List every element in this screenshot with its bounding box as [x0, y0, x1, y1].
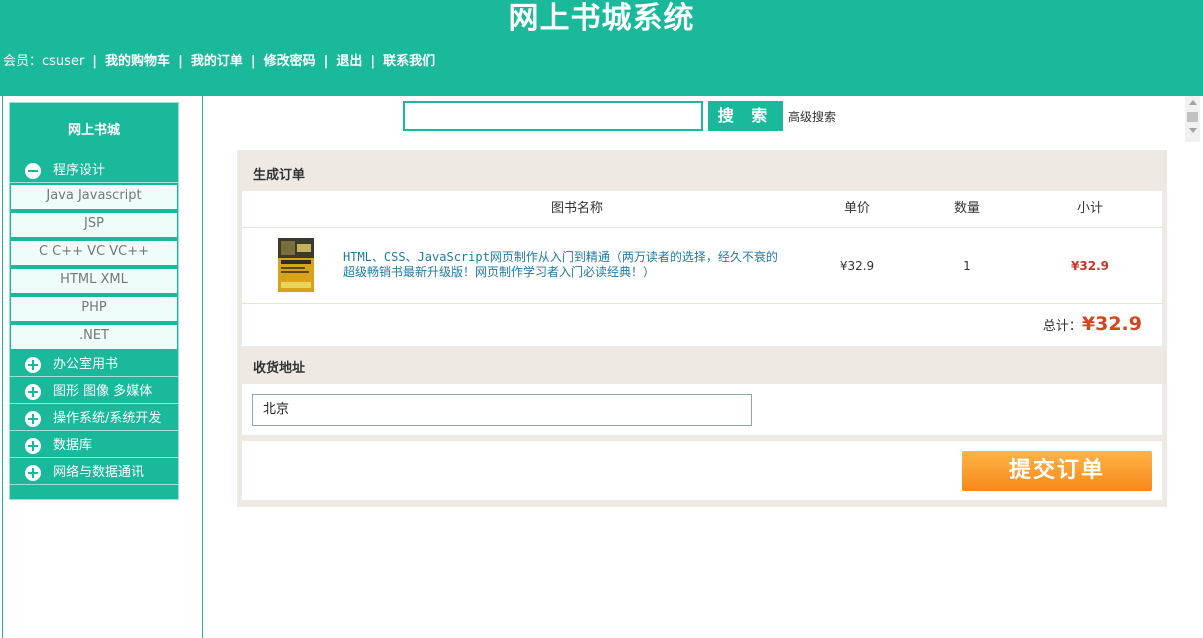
minus-circle-icon [25, 163, 41, 179]
category-label: 程序设计 [53, 163, 106, 178]
table-divider [242, 227, 1162, 228]
nav-separator: | [250, 54, 256, 69]
plus-circle-icon [25, 465, 41, 481]
nav-link-orders[interactable]: 我的订单 [191, 53, 243, 71]
sidebar-pane: 网上书城 程序设计 Java Javascript JSP C C++ VC V… [2, 96, 203, 638]
category-label: 图形 图像 多媒体 [53, 384, 153, 399]
plus-circle-icon [25, 411, 41, 427]
category-menu: 网上书城 程序设计 Java Javascript JSP C C++ VC V… [9, 102, 179, 500]
member-label: 会员： [3, 54, 43, 69]
subcategory-html-xml[interactable]: HTML XML [10, 268, 178, 294]
search-button[interactable]: 搜 索 [708, 101, 783, 131]
column-header-quantity: 数量 [953, 201, 980, 216]
category-database[interactable]: 数据库 [10, 434, 178, 458]
nav-separator: | [370, 54, 376, 69]
scroll-up-arrow-icon[interactable] [1189, 100, 1197, 105]
nav-link-change-password[interactable]: 修改密码 [264, 53, 316, 71]
subcategory-dotnet[interactable]: .NET [10, 324, 178, 350]
submit-row: 提交订单 [242, 441, 1162, 500]
category-label: 数据库 [53, 438, 93, 453]
address-section-title: 收货地址 [253, 361, 306, 376]
book-title-link[interactable]: HTML、CSS、JavaScript网页制作从入门到精通（两万读者的选择，经久… [343, 250, 783, 280]
total-label: 总计： [1042, 319, 1082, 334]
table-divider [242, 303, 1162, 304]
category-graphics[interactable]: 图形 图像 多媒体 [10, 380, 178, 404]
category-programming[interactable]: 程序设计 [10, 159, 178, 183]
category-label: 网络与数据通讯 [53, 465, 145, 480]
nav-separator: | [178, 54, 183, 69]
column-header-subtotal: 小计 [1076, 201, 1103, 216]
scrollbar[interactable] [1185, 96, 1200, 142]
menu-heading: 网上书城 [67, 123, 120, 138]
submit-order-button[interactable]: 提交订单 [962, 451, 1152, 491]
site-title: 网上书城系统 [508, 1, 695, 36]
member-username: csuser [42, 54, 85, 69]
subcategory-php[interactable]: PHP [10, 296, 178, 322]
plus-circle-icon [25, 384, 41, 400]
nav-link-contact[interactable]: 联系我们 [383, 53, 435, 71]
column-header-book-name: 图书名称 [550, 201, 603, 216]
subcategory-jsp[interactable]: JSP [10, 212, 178, 238]
category-office[interactable]: 办公室用书 [10, 353, 178, 377]
header-bar: 网上书城系统 会员：csuser | 我的购物车 | 我的订单 | 修改密码 | 退出 | 联系我们 [0, 0, 1203, 96]
category-network[interactable]: 网络与数据通讯 [10, 461, 178, 485]
address-input[interactable]: 北京 [252, 394, 752, 426]
nav-separator: | [323, 54, 329, 69]
category-label: 操作系统/系统开发 [53, 411, 162, 426]
total-amount: ¥32.9 [1081, 313, 1142, 335]
book-cover-image[interactable] [278, 238, 314, 292]
category-label: 办公室用书 [53, 357, 119, 372]
nav-separator: | [92, 54, 98, 69]
item-quantity: 1 [963, 259, 971, 273]
nav-link-cart[interactable]: 我的购物车 [105, 53, 170, 71]
item-price: ¥32.9 [839, 259, 875, 273]
order-section-title: 生成订单 [253, 168, 306, 183]
subcategory-java[interactable]: Java Javascript [10, 184, 178, 210]
item-subtotal: ¥32.9 [1071, 259, 1109, 273]
category-os[interactable]: 操作系统/系统开发 [10, 407, 178, 431]
address-row: 北京 [242, 384, 1162, 435]
scroll-down-arrow-icon[interactable] [1189, 128, 1197, 133]
column-header-price: 单价 [843, 201, 870, 216]
scroll-thumb[interactable] [1187, 112, 1198, 122]
order-table: 图书名称 单价 数量 小计 HTML、CSS、JavaScript网页制作从入门… [242, 191, 1162, 346]
order-total: 总计：¥32.9 [1043, 313, 1142, 335]
plus-circle-icon [25, 357, 41, 373]
nav-link-logout[interactable]: 退出 [336, 53, 362, 71]
subcategory-c-cpp[interactable]: C C++ VC VC++ [10, 240, 178, 266]
advanced-search-link[interactable]: 高级搜索 [788, 108, 836, 125]
plus-circle-icon [25, 438, 41, 454]
order-panel: 生成订单 图书名称 单价 数量 小计 HTML、CSS、JavaScript网页… [237, 150, 1167, 507]
search-input[interactable] [403, 101, 703, 131]
member-nav: 会员：csuser | 我的购物车 | 我的订单 | 修改密码 | 退出 | 联系我们 [3, 53, 435, 71]
